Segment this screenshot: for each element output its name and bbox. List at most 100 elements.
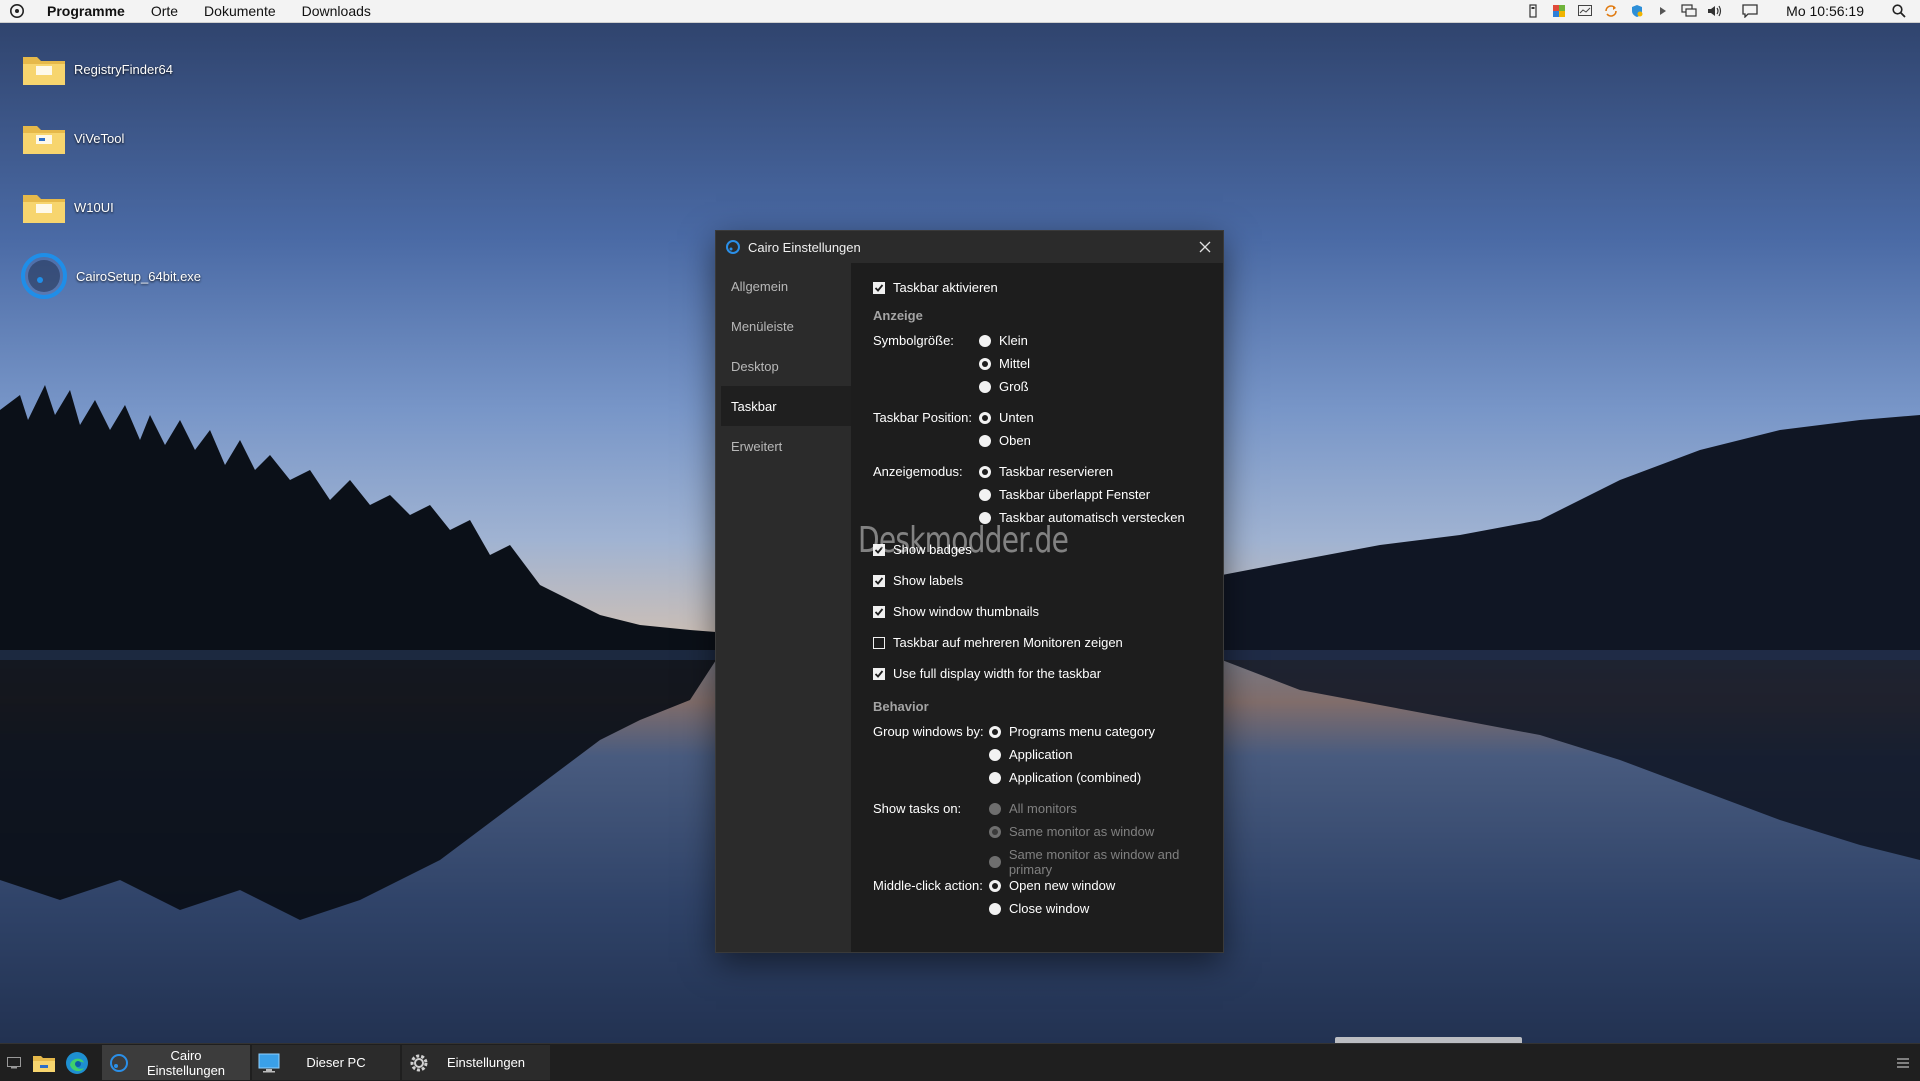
section-title-anzeige: Anzeige [873,308,923,323]
window-titlebar[interactable]: Cairo Einstellungen [716,231,1223,263]
sidebar-item-menueleiste[interactable]: Menüleiste [721,306,851,346]
close-button[interactable] [1193,235,1217,259]
menu-orte[interactable]: Orte [138,0,191,22]
label-middle-click: Middle-click action: [873,878,983,893]
radio-same-monitor: Same monitor as window [989,824,1154,839]
taskbar-button-label: Einstellungen [446,1055,526,1070]
hamburger-menu-icon[interactable] [1890,1044,1916,1081]
sync-icon[interactable] [1598,0,1624,22]
chevron-right-icon[interactable] [1650,0,1676,22]
radio-label: All monitors [1009,801,1077,816]
radio-all-monitors: All monitors [989,801,1077,816]
radio-mittel[interactable]: Mittel [979,356,1030,371]
folder-icon [23,126,65,154]
radio-application[interactable]: Application [989,747,1073,762]
menu-downloads[interactable]: Downloads [289,0,384,22]
checkbox-full-display-width[interactable]: Use full display width for the taskbar [873,666,1101,681]
sidebar-item-desktop[interactable]: Desktop [721,346,851,386]
label-show-tasks: Show tasks on: [873,801,962,816]
clock[interactable]: Mo 10:56:19 [1772,3,1884,19]
desktop-icon-registryfinder64[interactable]: RegistryFinder64 [22,52,173,86]
show-desktop-icon[interactable] [2,1044,26,1081]
monitor-icon [258,1053,280,1072]
radio-label: Application (combined) [1009,770,1142,785]
desktop-icon-label: ViVeTool [74,130,125,146]
radio-label: Same monitor as window and primary [1008,847,1180,877]
label-anzeigemodus: Anzeigemodus: [873,464,963,479]
radio-label: Klein [999,333,1028,348]
settings-content: Taskbar aktivieren Anzeige Symbolgröße: … [851,263,1223,952]
gear-icon [410,1054,428,1071]
checkbox-label: Taskbar auf mehreren Monitoren zeigen [893,635,1123,650]
desktop-icon-label: CairoSetup_64bit.exe [76,268,202,284]
menu-dokumente[interactable]: Dokumente [191,0,289,22]
radio-label: Open new window [1009,878,1116,893]
radio-label: Taskbar reservieren [999,464,1114,479]
network-icon[interactable] [1676,0,1702,22]
cairo-setup-icon [21,253,67,299]
desktop-icon-label: W10UI [74,199,114,215]
checkbox-show-badges[interactable]: Show badges [873,542,972,557]
radio-label: Close window [1009,901,1090,916]
radio-label: Mittel [999,356,1031,371]
checkbox-show-window-thumbnails[interactable]: Show window thumbnails [873,604,1039,619]
section-title-behavior: Behavior [873,699,929,714]
close-icon [1199,241,1211,253]
window-title: Cairo Einstellungen [748,239,861,255]
label-group-windows: Group windows by: [873,724,984,739]
checkbox-show-labels[interactable]: Show labels [873,573,963,588]
desktop-icon-cairosetup[interactable]: CairoSetup_64bit.exe [20,252,201,300]
sidebar-item-taskbar[interactable]: Taskbar [721,386,851,426]
radio-open-new-window[interactable]: Open new window [989,878,1115,893]
shield-icon[interactable] [1624,0,1650,22]
taskbar: Cairo Einstellungen Dieser PC Einstellun… [0,1043,1920,1081]
explorer-icon[interactable] [28,1044,60,1081]
desktop-icon-w10ui[interactable]: W10UI [22,190,114,224]
radio-close-window[interactable]: Close window [989,901,1089,916]
taskbar-button-dieser-pc[interactable]: Dieser PC [252,1045,400,1080]
radio-oben[interactable]: Oben [979,433,1031,448]
radio-taskbar-verstecken[interactable]: Taskbar automatisch verstecken [979,510,1185,525]
radio-unten[interactable]: Unten [979,410,1034,425]
radio-label: Same monitor as window [1009,824,1155,839]
volume-icon[interactable] [1702,0,1728,22]
checkbox-label: Taskbar aktivieren [893,280,998,295]
taskbar-button-label: Dieser PC [306,1055,366,1070]
color-flag-icon[interactable] [1546,0,1572,22]
radio-label: Groß [999,379,1029,394]
taskbar-button-einstellungen[interactable]: Einstellungen [402,1045,550,1080]
radio-programs-menu-category[interactable]: Programs menu category [989,724,1155,739]
folder-icon [23,195,65,223]
menubar-tray: Mo 10:56:19 [1520,0,1920,22]
taskbar-button-cairo-einstellungen[interactable]: Cairo Einstellungen [102,1045,250,1080]
edge-browser-icon[interactable] [61,1044,93,1081]
checkbox-label: Show badges [893,542,972,557]
radio-label: Unten [999,410,1034,425]
radio-klein[interactable]: Klein [979,333,1028,348]
sidebar-item-allgemein[interactable]: Allgemein [721,266,851,306]
settings-window: Cairo Einstellungen Allgemein Menüleiste… [716,231,1223,952]
checkbox-label: Show window thumbnails [893,604,1039,619]
menu-bar: Programme Orte Dokumente Downloads Mo 10… [0,0,1920,23]
checkbox-box[interactable] [873,281,885,294]
radio-label: Programs menu category [1009,724,1155,739]
checkbox-taskbar-aktivieren[interactable]: Taskbar aktivieren [873,280,998,295]
notification-icon[interactable] [1728,0,1772,22]
monitor-chart-icon[interactable] [1572,0,1598,22]
radio-gross[interactable]: Groß [979,379,1029,394]
menu-programme[interactable]: Programme [34,0,138,22]
sidebar-item-erweitert[interactable]: Erweitert [721,426,851,466]
radio-label: Taskbar automatisch verstecken [999,510,1185,525]
cairo-icon [726,240,740,254]
checkbox-multi-monitor[interactable]: Taskbar auf mehreren Monitoren zeigen [873,635,1123,650]
usb-icon[interactable] [1520,0,1546,22]
radio-application-combined[interactable]: Application (combined) [989,770,1141,785]
settings-sidebar: Allgemein Menüleiste Desktop Taskbar Erw… [716,263,851,952]
radio-label: Application [1009,747,1073,762]
radio-taskbar-ueberlappt[interactable]: Taskbar überlappt Fenster [979,487,1150,502]
radio-taskbar-reservieren[interactable]: Taskbar reservieren [979,464,1113,479]
search-icon[interactable] [1884,0,1914,22]
cairo-menu-icon[interactable] [0,3,34,19]
desktop-icon-vivetool[interactable]: ViVeTool [22,121,124,155]
cairo-icon [110,1053,128,1072]
